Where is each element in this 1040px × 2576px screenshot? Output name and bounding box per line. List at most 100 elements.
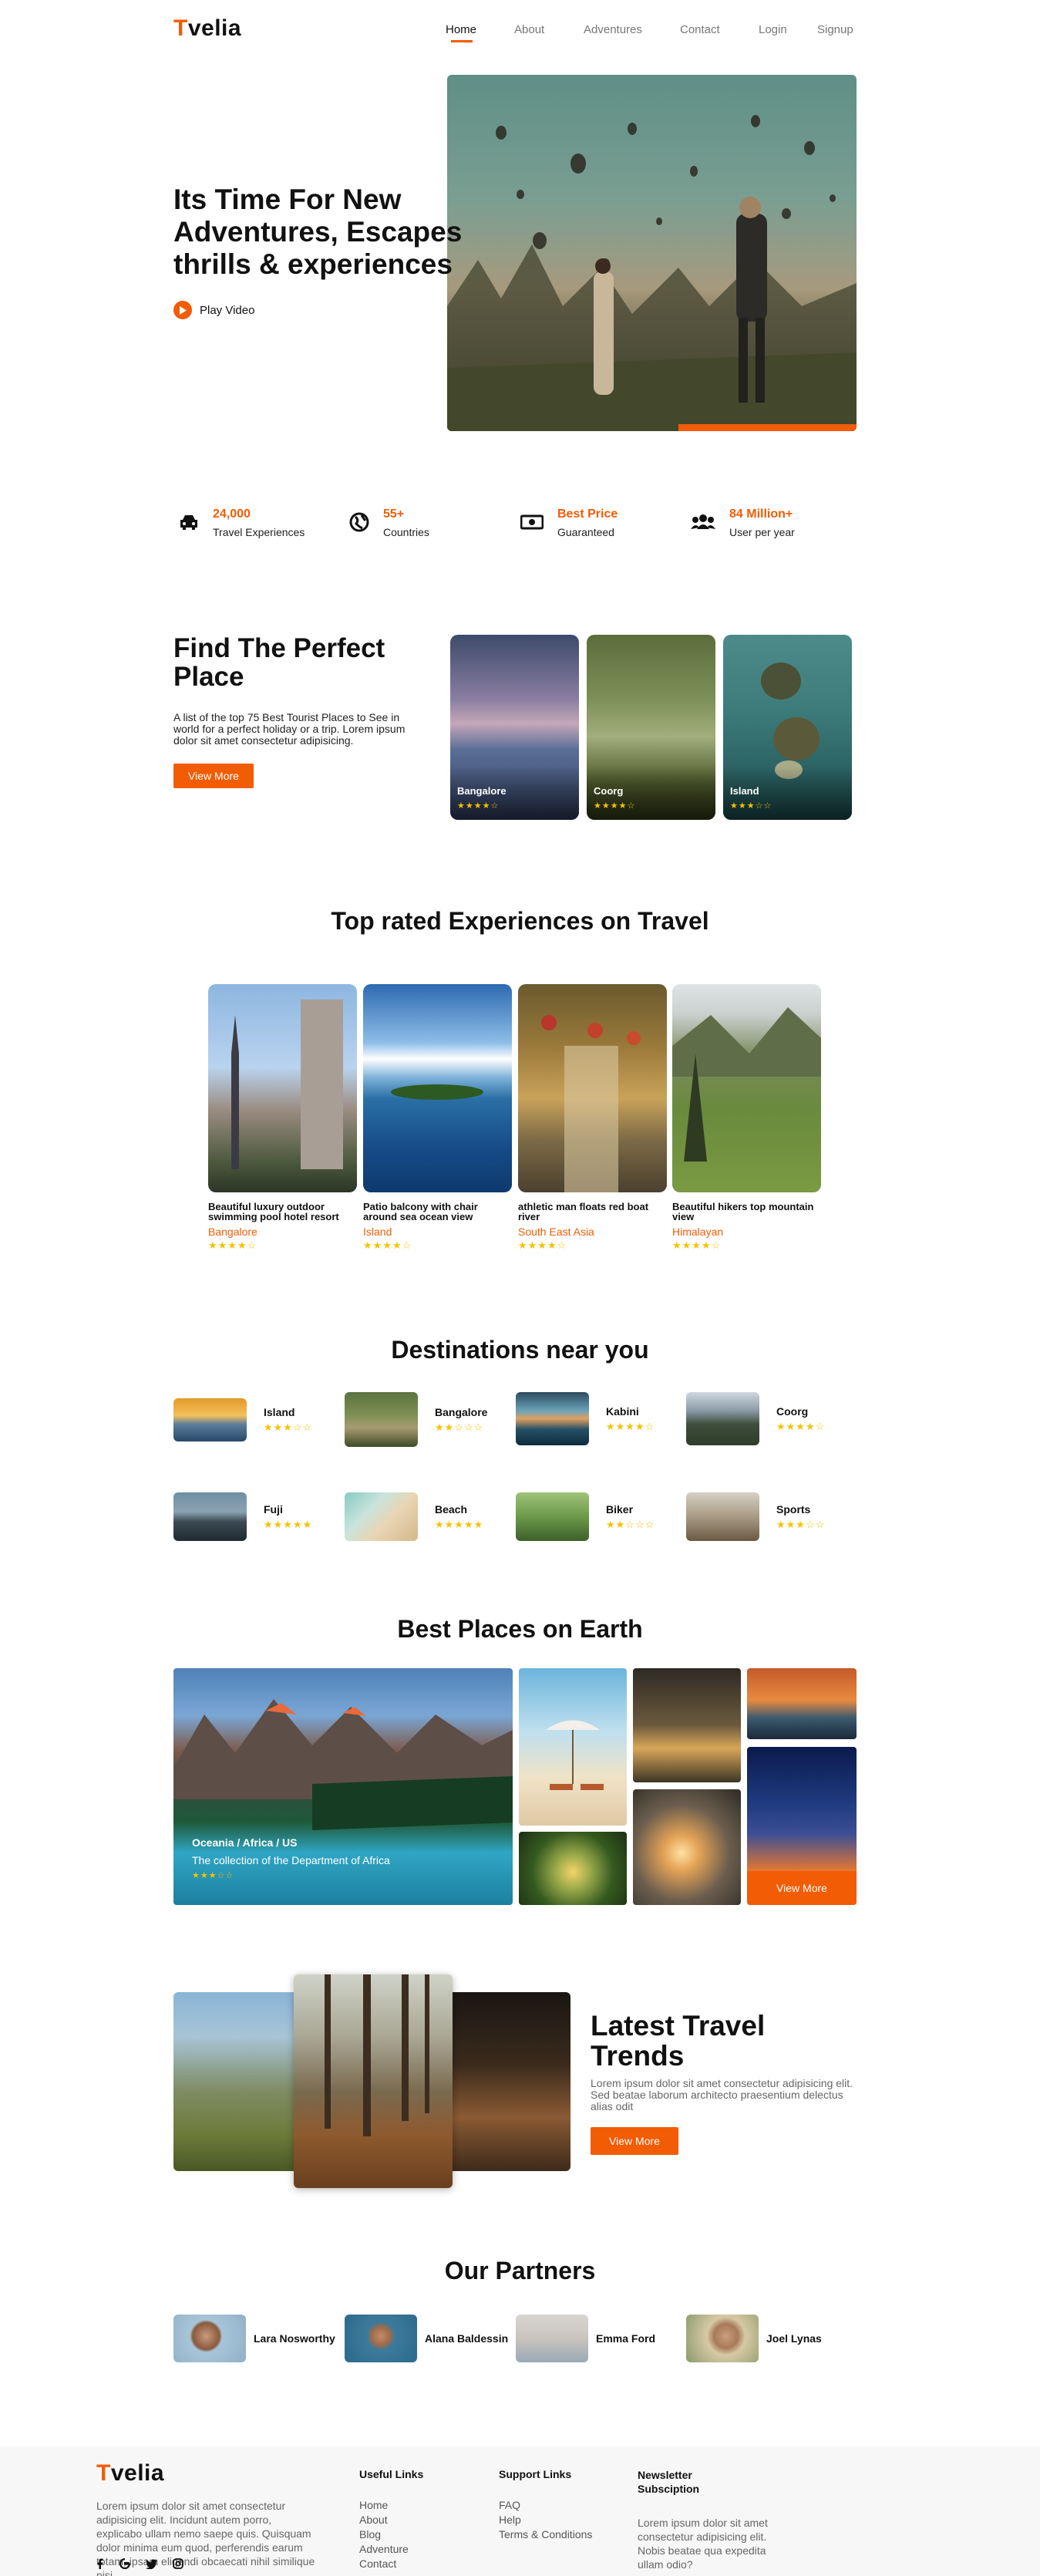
experience-place: Himalayan bbox=[672, 1226, 724, 1238]
footer-link-adventure[interactable]: Adventure bbox=[359, 2542, 409, 2557]
stat-item: 84 Million+ User per year bbox=[691, 507, 795, 538]
best-image-night-camp[interactable]: View More bbox=[747, 1747, 857, 1905]
destination-rating: ★★★★★ bbox=[264, 1518, 313, 1530]
place-card[interactable]: Island ★★★☆☆ bbox=[723, 635, 852, 820]
destination-item[interactable]: Coorg ★★★★☆ bbox=[686, 1392, 825, 1445]
place-card-name: Island bbox=[730, 785, 759, 797]
footer-link-contact[interactable]: Contact bbox=[359, 2557, 409, 2571]
footer-link-home[interactable]: Home bbox=[359, 2498, 409, 2513]
partner-item[interactable]: Emma Ford bbox=[516, 2315, 655, 2362]
experience-place: South East Asia bbox=[518, 1226, 594, 1238]
destination-item[interactable]: Fuji ★★★★★ bbox=[173, 1492, 312, 1541]
instagram-icon[interactable] bbox=[173, 2558, 183, 2569]
partner-avatar bbox=[345, 2315, 417, 2362]
logo[interactable]: Tvelia bbox=[173, 15, 241, 42]
footer-logo[interactable]: Tvelia bbox=[96, 2460, 164, 2487]
nav-about[interactable]: About bbox=[514, 23, 544, 36]
destination-rating: ★★★★☆ bbox=[776, 1420, 826, 1432]
best-image-hammock[interactable] bbox=[633, 1668, 741, 1782]
experience-title: athletic man floats red boat river bbox=[518, 1201, 649, 1222]
nav-contact[interactable]: Contact bbox=[680, 23, 720, 36]
footer-link-help[interactable]: Help bbox=[499, 2513, 592, 2527]
social-icon-row bbox=[96, 2558, 183, 2569]
experience-card[interactable]: athletic man floats red boat river South… bbox=[518, 984, 667, 1252]
experience-rating: ★★★★☆ bbox=[518, 1239, 567, 1251]
place-card[interactable]: Coorg ★★★★☆ bbox=[587, 635, 715, 820]
trend-image-forest bbox=[294, 1974, 453, 2188]
partners-title: Our Partners bbox=[444, 2257, 596, 2284]
partner-item[interactable]: Alana Baldessin bbox=[345, 2315, 508, 2362]
experience-image bbox=[208, 984, 357, 1192]
best-main-image[interactable]: Oceania / Africa / US The collection of … bbox=[173, 1668, 513, 1905]
find-view-more-button[interactable]: View More bbox=[173, 764, 254, 788]
destination-item[interactable]: Kabini ★★★★☆ bbox=[516, 1392, 655, 1445]
place-card[interactable]: Bangalore ★★★★☆ bbox=[450, 635, 579, 820]
experience-card[interactable]: Beautiful hikers top mountain view Himal… bbox=[672, 984, 821, 1252]
destination-item[interactable]: Sports ★★★☆☆ bbox=[686, 1492, 825, 1541]
best-image-beach[interactable] bbox=[519, 1668, 627, 1826]
support-links: FAQ Help Terms & Conditions bbox=[499, 2498, 592, 2542]
best-image-sunset[interactable] bbox=[633, 1789, 741, 1905]
experience-image bbox=[518, 984, 667, 1192]
experience-card[interactable]: Patio balcony with chair around sea ocea… bbox=[363, 984, 512, 1252]
hero-image-accent-bar bbox=[678, 424, 857, 431]
destination-thumb bbox=[345, 1492, 418, 1541]
footer-link-faq[interactable]: FAQ bbox=[499, 2498, 592, 2513]
near-title: Destinations near you bbox=[391, 1336, 649, 1364]
top-rated-title: Top rated Experiences on Travel bbox=[331, 907, 709, 935]
useful-links: Home About Blog Adventure Contact bbox=[359, 2498, 409, 2571]
best-image-tent[interactable] bbox=[747, 1668, 857, 1739]
footer-link-blog[interactable]: Blog bbox=[359, 2527, 409, 2542]
place-card-name: Bangalore bbox=[457, 785, 507, 797]
partner-item[interactable]: Joel Lynas bbox=[686, 2315, 822, 2362]
place-card-rating: ★★★☆☆ bbox=[730, 801, 772, 811]
experience-image bbox=[672, 984, 821, 1192]
nav-home[interactable]: Home bbox=[446, 23, 476, 36]
experience-title: Beautiful hikers top mountain view bbox=[672, 1201, 814, 1222]
destination-item[interactable]: Island ★★★☆☆ bbox=[173, 1398, 312, 1441]
place-card-rating: ★★★★☆ bbox=[457, 801, 500, 811]
experience-place: Bangalore bbox=[208, 1226, 257, 1238]
destination-rating: ★★★★☆ bbox=[606, 1420, 655, 1432]
destination-item[interactable]: Biker ★★☆☆☆ bbox=[516, 1492, 655, 1541]
best-view-more-button[interactable]: View More bbox=[747, 1871, 857, 1905]
destination-item[interactable]: Bangalore ★★☆☆☆ bbox=[345, 1392, 487, 1447]
nav-signup[interactable]: Signup bbox=[817, 23, 853, 36]
hero-title: Its Time For New Adventures, Escapes thr… bbox=[173, 184, 463, 280]
destination-thumb bbox=[516, 1492, 589, 1541]
stat-item: 55+ Countries bbox=[349, 507, 429, 538]
facebook-icon[interactable] bbox=[96, 2558, 104, 2569]
google-icon[interactable] bbox=[119, 2558, 130, 2569]
nav-active-indicator bbox=[451, 40, 473, 42]
experience-card[interactable]: Beautiful luxury outdoor swimming pool h… bbox=[208, 984, 357, 1252]
best-places-title: Best Places on Earth bbox=[397, 1615, 643, 1643]
partner-avatar bbox=[686, 2315, 759, 2362]
nav-login[interactable]: Login bbox=[759, 23, 787, 36]
experience-rating: ★★★★☆ bbox=[672, 1239, 722, 1251]
useful-links-title: Useful Links bbox=[359, 2468, 424, 2480]
destination-rating: ★★★☆☆ bbox=[776, 1518, 826, 1530]
experience-rating: ★★★★☆ bbox=[363, 1239, 412, 1251]
trends-description: Lorem ipsum dolor sit amet consectetur a… bbox=[591, 2077, 853, 2112]
partner-item[interactable]: Lara Nosworthy bbox=[173, 2315, 335, 2362]
trends-view-more-button[interactable]: View More bbox=[591, 2127, 678, 2155]
experience-rating: ★★★★☆ bbox=[208, 1239, 257, 1251]
experience-place: Island bbox=[363, 1226, 392, 1238]
play-video-button[interactable]: Play Video bbox=[173, 301, 254, 319]
users-icon bbox=[691, 514, 715, 529]
nav-adventures[interactable]: Adventures bbox=[584, 23, 642, 36]
money-icon bbox=[520, 514, 544, 530]
footer-link-terms[interactable]: Terms & Conditions bbox=[499, 2527, 592, 2542]
trend-image-rocks bbox=[443, 1992, 570, 2171]
footer-link-about[interactable]: About bbox=[359, 2513, 409, 2527]
best-caption-text: The collection of the Department of Afri… bbox=[192, 1854, 390, 1866]
partner-avatar bbox=[516, 2315, 588, 2362]
trend-image-girl bbox=[173, 1992, 305, 2171]
best-image-forest[interactable] bbox=[519, 1832, 627, 1905]
destination-thumb bbox=[345, 1392, 418, 1447]
hero-image bbox=[447, 75, 857, 431]
twitter-icon[interactable] bbox=[146, 2558, 157, 2569]
destination-item[interactable]: Beach ★★★★★ bbox=[345, 1492, 483, 1541]
destination-rating: ★★☆☆☆ bbox=[435, 1421, 484, 1433]
car-icon bbox=[180, 515, 197, 530]
